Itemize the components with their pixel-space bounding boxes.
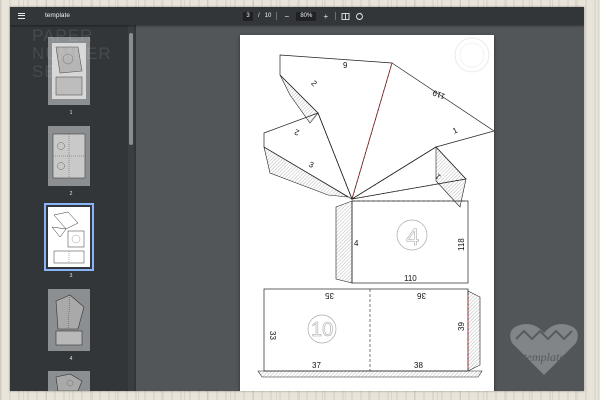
toolbar-center-controls: 3 / 10 − 80% + <box>243 10 364 22</box>
edge-label: 37 <box>312 361 321 370</box>
sidebar-scroll-thumb[interactable] <box>129 33 133 145</box>
page-number-input[interactable]: 3 <box>243 11 253 21</box>
pyramid-face <box>351 62 495 200</box>
heart-logo-icon: template <box>510 324 578 375</box>
thumbnail-page-1[interactable] <box>48 37 90 105</box>
edge-label: 110 <box>404 274 417 283</box>
pdf-toolbar: template 3 / 10 − 80% + <box>10 7 584 25</box>
edge-label: 2 <box>293 127 301 137</box>
thumbnail-page-3[interactable] <box>44 203 94 271</box>
box-panel <box>263 288 469 372</box>
document-title: template <box>45 12 70 19</box>
thumbnail-preview <box>48 371 90 391</box>
thumbnail-label: 4 <box>69 356 73 362</box>
pdf-page: 9 119 1 2 2 3 1 4 118 110 4 35 36 33 10 … <box>240 35 495 391</box>
total-pages: 10 <box>264 13 272 19</box>
edge-label: 1 <box>451 125 459 135</box>
fit-to-page-icon[interactable] <box>341 12 350 21</box>
toolbar-divider <box>276 12 278 20</box>
brand-text: template <box>523 350 565 364</box>
brand-logo: template <box>506 317 582 381</box>
edge-label: 118 <box>457 238 466 251</box>
edge-label: 2 <box>309 79 319 89</box>
edge-label: 3 <box>307 160 315 170</box>
stamp-logo-icon <box>454 37 490 73</box>
zoom-level-input[interactable]: 80% <box>296 11 317 21</box>
thumbnail-label: 1 <box>69 110 73 116</box>
glue-tab <box>257 370 483 378</box>
edge-label: 33 <box>268 331 277 340</box>
thumbnail-label: 3 <box>69 273 73 279</box>
pdf-viewer-window: template 3 / 10 − 80% + 1 2 3 4 9 119 1 … <box>10 7 584 391</box>
thumbnail-page-4[interactable] <box>48 289 90 351</box>
thumbnail-preview <box>48 37 90 105</box>
glue-tab <box>335 200 353 284</box>
circle-number: 4 <box>406 224 419 251</box>
edge-label: 39 <box>457 322 466 331</box>
edge-label: 9 <box>343 61 348 70</box>
papercraft-template: 9 119 1 2 2 3 1 4 118 110 4 35 36 33 10 … <box>257 37 495 378</box>
zoom-in-button[interactable]: + <box>321 12 330 21</box>
thumbnail-preview <box>48 126 90 186</box>
page-separator: / <box>258 13 260 19</box>
circle-number: 10 <box>311 319 333 341</box>
menu-icon[interactable] <box>18 11 28 21</box>
toolbar-divider <box>335 12 337 20</box>
fold-line-red <box>351 62 393 200</box>
zoom-out-button[interactable]: − <box>282 12 291 21</box>
edge-label: 36 <box>417 291 426 300</box>
edge-label: 119 <box>431 88 447 101</box>
thumbnail-label: 2 <box>69 191 73 197</box>
thumbnail-sidebar: 1 2 3 4 <box>10 25 136 391</box>
thumbnail-page-5[interactable] <box>48 371 90 391</box>
thumbnail-preview <box>48 289 90 351</box>
thumbnail-page-2[interactable] <box>48 126 90 186</box>
rotate-icon[interactable] <box>355 12 364 21</box>
edge-label: 4 <box>354 239 359 248</box>
edge-label: 38 <box>414 361 423 370</box>
glue-tab <box>467 290 481 372</box>
edge-label: 35 <box>325 291 334 300</box>
thumbnail-preview <box>48 207 90 267</box>
